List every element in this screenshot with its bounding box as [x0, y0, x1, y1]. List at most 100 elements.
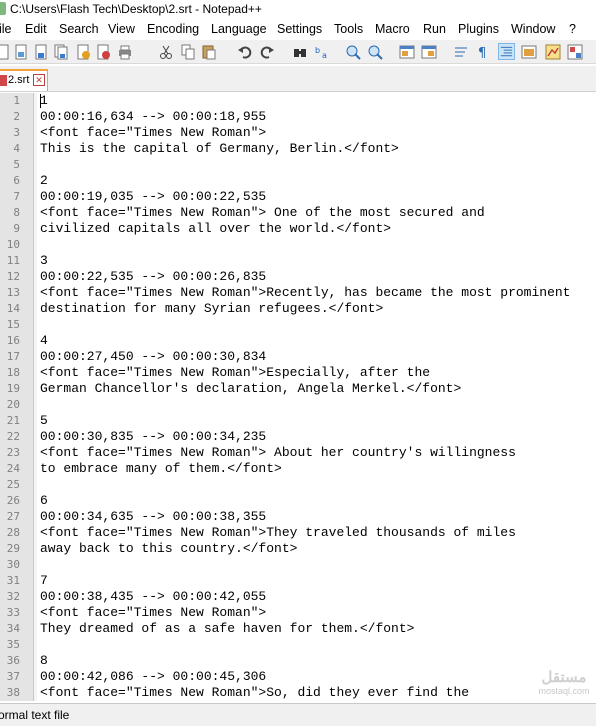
tab-label: 2.srt: [8, 74, 30, 86]
menu-window[interactable]: Window: [511, 22, 555, 36]
line-number: 19: [6, 382, 20, 395]
line-number: 36: [6, 654, 20, 667]
code-line[interactable]: destination for many Syrian refugees.</f…: [40, 301, 383, 317]
line-number: 29: [6, 542, 20, 555]
code-line[interactable]: 6: [40, 493, 48, 509]
line-number: 11: [6, 254, 20, 267]
code-line[interactable]: 00:00:22,535 --> 00:00:26,835: [40, 269, 266, 285]
save-all-icon[interactable]: [52, 43, 69, 60]
fold-margin: [34, 93, 37, 701]
editor[interactable]: 1 1 2 00:00:16,634 --> 00:00:18,955 3 <font f…: [0, 93, 596, 701]
menu-language[interactable]: Language: [211, 22, 267, 36]
indent-guide-icon[interactable]: [498, 43, 515, 60]
code-line[interactable]: 5: [40, 413, 48, 429]
code-line[interactable]: This is the capital of Germany, Berlin.<…: [40, 141, 399, 157]
line-number: 22: [6, 430, 20, 443]
menu-view[interactable]: View: [108, 22, 135, 36]
code-line[interactable]: <font face="Times New Roman">Recently, h…: [40, 285, 571, 301]
line-number: 17: [6, 350, 20, 363]
line-number: 16: [6, 334, 20, 347]
code-line[interactable]: 2: [40, 173, 48, 189]
line-number: 34: [6, 622, 20, 635]
code-line[interactable]: 00:00:42,086 --> 00:00:45,306: [40, 669, 266, 685]
code-line[interactable]: 00:00:19,035 --> 00:00:22,535: [40, 189, 266, 205]
code-line[interactable]: They dreamed of as a safe haven for them…: [40, 621, 414, 637]
menu-edit[interactable]: Edit: [25, 22, 47, 36]
line-number: 18: [6, 366, 20, 379]
menu-encoding[interactable]: Encoding: [147, 22, 199, 36]
menu-file[interactable]: ile: [0, 22, 12, 36]
code-line[interactable]: to embrace many of them.</font>: [40, 461, 282, 477]
sync-vertical-icon[interactable]: [398, 43, 415, 60]
code-line[interactable]: 00:00:27,450 --> 00:00:30,834: [40, 349, 266, 365]
close-all-icon[interactable]: [94, 43, 111, 60]
show-all-chars-icon[interactable]: ¶: [474, 43, 491, 60]
function-list-icon[interactable]: [544, 43, 561, 60]
code-line[interactable]: 00:00:38,435 --> 00:00:42,055: [40, 589, 266, 605]
code-line[interactable]: 7: [40, 573, 48, 589]
menu-tools[interactable]: Tools: [334, 22, 363, 36]
code-line[interactable]: 00:00:34,635 --> 00:00:38,355: [40, 509, 266, 525]
zoom-in-icon[interactable]: [344, 43, 361, 60]
code-line[interactable]: <font face="Times New Roman">Especially,…: [40, 365, 430, 381]
line-number: 1: [13, 94, 20, 107]
toolbar: ba ¶: [0, 40, 596, 64]
menu-search[interactable]: Search: [59, 22, 99, 36]
watermark-logo: مستقل mostaql.com: [538, 669, 590, 696]
line-number: 12: [6, 270, 20, 283]
replace-icon[interactable]: ba: [313, 43, 330, 60]
status-bar: ormal text file: [0, 703, 596, 726]
zoom-out-icon[interactable]: [366, 43, 383, 60]
find-icon[interactable]: [291, 43, 308, 60]
code-line[interactable]: German Chancellor's declaration, Angela …: [40, 381, 461, 397]
menu-bar: ile Edit Search View Encoding Language S…: [0, 19, 596, 39]
folder-workspace-icon[interactable]: [566, 43, 583, 60]
print-icon[interactable]: [116, 43, 133, 60]
doc-map-icon[interactable]: [520, 43, 537, 60]
window-title: C:\Users\Flash Tech\Desktop\2.srt - Note…: [10, 2, 262, 16]
code-line[interactable]: 00:00:16,634 --> 00:00:18,955: [40, 109, 266, 125]
line-number: 24: [6, 462, 20, 475]
code-line[interactable]: <font face="Times New Roman">: [40, 125, 266, 141]
code-line[interactable]: 8: [40, 653, 48, 669]
code-line[interactable]: <font face="Times New Roman">They travel…: [40, 525, 516, 541]
tab-close-icon[interactable]: ✕: [33, 74, 45, 86]
code-line[interactable]: away back to this country.</font>: [40, 541, 297, 557]
close-icon[interactable]: [74, 43, 91, 60]
code-line[interactable]: 3: [40, 253, 48, 269]
menu-settings[interactable]: Settings: [277, 22, 322, 36]
open-file-icon[interactable]: [12, 43, 29, 60]
tab-2-srt[interactable]: 2.srt ✕: [0, 69, 48, 91]
line-number: 6: [13, 174, 20, 187]
menu-help[interactable]: ?: [569, 22, 576, 36]
line-number: 27: [6, 510, 20, 523]
code-line[interactable]: civilized capitals all over the world.</…: [40, 221, 391, 237]
paste-icon[interactable]: [200, 43, 217, 60]
sync-horizontal-icon[interactable]: [420, 43, 437, 60]
tab-bar: 2.srt ✕: [0, 66, 596, 92]
line-number: 7: [13, 190, 20, 203]
menu-plugins[interactable]: Plugins: [458, 22, 499, 36]
line-number: 5: [13, 158, 20, 171]
file-saved-icon: [0, 75, 7, 86]
word-wrap-icon[interactable]: [452, 43, 469, 60]
code-line[interactable]: 1: [40, 93, 48, 109]
line-number: 9: [13, 222, 20, 235]
menu-macro[interactable]: Macro: [375, 22, 410, 36]
code-line[interactable]: <font face="Times New Roman"> About her …: [40, 445, 516, 461]
new-file-icon[interactable]: [0, 43, 11, 60]
undo-icon[interactable]: [236, 43, 253, 60]
redo-icon[interactable]: [258, 43, 275, 60]
cut-icon[interactable]: [157, 43, 174, 60]
notepad-plus-plus-icon: [0, 2, 6, 15]
line-number: 3: [13, 126, 20, 139]
code-line[interactable]: 00:00:30,835 --> 00:00:34,235: [40, 429, 266, 445]
line-number: 26: [6, 494, 20, 507]
code-line[interactable]: <font face="Times New Roman">So, did the…: [40, 685, 469, 701]
code-line[interactable]: <font face="Times New Roman"> One of the…: [40, 205, 485, 221]
menu-run[interactable]: Run: [423, 22, 446, 36]
code-line[interactable]: 4: [40, 333, 48, 349]
code-line[interactable]: <font face="Times New Roman">: [40, 605, 266, 621]
save-icon[interactable]: [32, 43, 49, 60]
copy-icon[interactable]: [179, 43, 196, 60]
